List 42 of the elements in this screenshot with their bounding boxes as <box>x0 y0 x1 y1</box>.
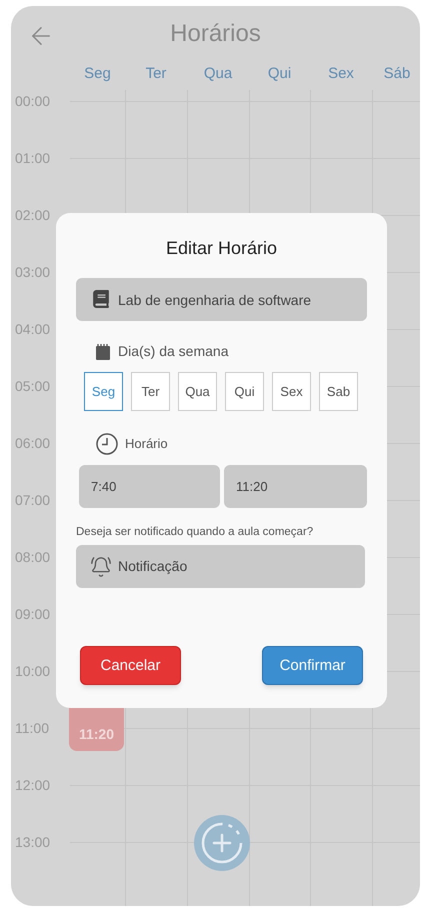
end-time-field[interactable]: 11:20 <box>224 465 367 508</box>
start-time-field[interactable]: 7:40 <box>79 465 220 508</box>
cancel-button[interactable]: Cancelar <box>80 646 181 686</box>
hour-label: 03:00 <box>14 263 52 282</box>
day-header: Sáb <box>384 64 410 84</box>
hour-label: 00:00 <box>14 92 52 111</box>
day-header: Ter <box>146 64 166 84</box>
day-header: Seg <box>84 64 111 84</box>
hour-label: 07:00 <box>14 491 52 510</box>
hour-label: 02:00 <box>14 206 52 225</box>
hour-label: 01:00 <box>14 149 52 168</box>
page-title: Horários <box>170 19 261 49</box>
day-toggle[interactable]: Qua <box>178 372 217 411</box>
subject-field[interactable]: Lab de engenharia de software <box>76 278 367 321</box>
calendar-icon <box>96 344 110 360</box>
add-icon <box>199 820 245 866</box>
hour-label: 11:00 <box>14 719 50 738</box>
time-label: Horário <box>125 435 168 454</box>
hour-label: 08:00 <box>14 548 52 567</box>
hour-label: 12:00 <box>14 776 52 795</box>
notification-button[interactable]: Notificação <box>76 545 365 588</box>
notify-question: Deseja ser notificado quando a aula começar? <box>76 525 314 540</box>
day-header: Sex <box>328 64 354 84</box>
book-icon <box>92 290 110 308</box>
day-toggle[interactable]: Sex <box>272 372 311 411</box>
day-header: Qua <box>204 64 232 84</box>
hour-label: 04:00 <box>14 320 52 339</box>
hour-label: 09:00 <box>14 605 52 624</box>
hour-label: 05:00 <box>14 377 52 396</box>
bell-icon <box>90 556 112 578</box>
day-toggle[interactable]: Seg <box>84 372 123 411</box>
day-header: Qui <box>268 64 292 84</box>
dialog-title: Editar Horário <box>166 237 278 260</box>
day-toggle[interactable]: Qui <box>225 372 264 411</box>
days-label: Dia(s) da semana <box>118 342 228 361</box>
day-toggle[interactable]: Ter <box>131 372 170 411</box>
hour-label: 13:00 <box>14 833 52 852</box>
day-toggle[interactable]: Sab <box>319 372 358 411</box>
confirm-button[interactable]: Confirmar <box>262 646 363 686</box>
hour-label: 06:00 <box>14 434 52 453</box>
hour-label: 10:00 <box>14 662 52 681</box>
clock-icon <box>96 433 118 455</box>
